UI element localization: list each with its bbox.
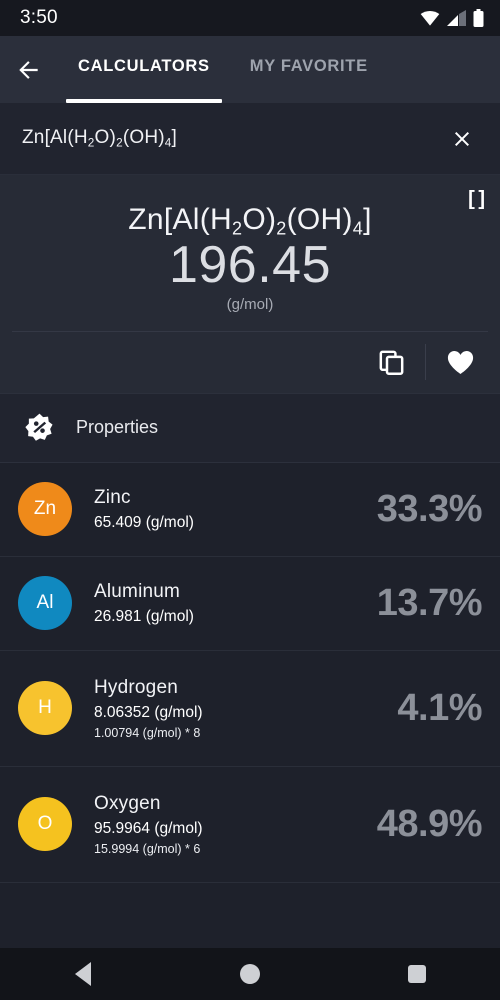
status-time: 3:50 — [20, 7, 58, 28]
brackets-icon[interactable]: [ ] — [468, 189, 485, 209]
back-button[interactable] — [0, 41, 58, 99]
tab-my-favorite[interactable]: MY FAVORITE — [230, 36, 388, 103]
element-mass-detail: 1.00794 (g/mol) * 8 — [94, 725, 201, 740]
element-row[interactable]: H Hydrogen 8.06352 (g/mol) 1.00794 (g/mol) … — [0, 651, 500, 767]
arrow-back-icon — [19, 61, 38, 79]
element-percent: 4.1% — [397, 686, 482, 729]
formula-input-bar[interactable]: Zn[Al(H2O)2(OH)4] — [0, 103, 500, 175]
element-info: Aluminum 26.981 (g/mol) — [94, 581, 377, 626]
nav-home-circle-icon — [239, 964, 260, 984]
nav-home-button[interactable] — [210, 948, 290, 1000]
element-row[interactable]: Zn Zinc 65.409 (g/mol) 33.3% — [0, 463, 500, 557]
nav-back-button[interactable] — [43, 948, 123, 1000]
copy-icon — [379, 350, 403, 375]
element-mass-detail: 15.9994 (g/mol) * 6 — [94, 841, 201, 856]
properties-title: Properties — [76, 417, 159, 438]
favorite-button[interactable] — [432, 339, 488, 385]
cell-signal-icon — [447, 10, 466, 26]
tab-calculators[interactable]: CALCULATORS — [58, 36, 230, 103]
properties-header: Properties — [0, 392, 500, 463]
result-card: [ ] Zn[Al(H2O)2(OH)4] 196.45 (g/mol) — [0, 175, 500, 393]
status-bar: 3:50 — [0, 0, 500, 36]
result-formula: Zn[Al(H2O)2(OH)4] — [128, 203, 372, 239]
tab-bar: CALCULATORS MY FAVORITE — [58, 36, 388, 103]
percent-badge-icon-wrap — [20, 413, 58, 442]
result-actions — [12, 330, 488, 393]
element-mass: 8.06352 (g/mol) — [94, 703, 203, 721]
result-unit: (g/mol) — [226, 295, 274, 313]
element-symbol-badge: O — [18, 797, 72, 852]
element-info: Hydrogen 8.06352 (g/mol) 1.00794 (g/mol) *… — [94, 677, 397, 740]
element-name: Hydrogen — [94, 676, 178, 698]
element-info: Oxygen 95.9964 (g/mol) 15.9994 (g/mol) * 6 — [94, 793, 377, 856]
nav-back-triangle-icon — [75, 962, 92, 986]
element-symbol-badge: Zn — [18, 482, 72, 537]
heart-filled-icon — [447, 350, 473, 374]
element-symbol-badge: Al — [18, 576, 72, 631]
element-percent: 13.7% — [376, 581, 483, 624]
formula-input-value[interactable]: Zn[Al(H2O)2(OH)4] — [22, 127, 442, 149]
tab-calculators-label: CALCULATORS — [78, 57, 210, 75]
element-name: Aluminum — [94, 580, 181, 602]
clear-button[interactable] — [442, 119, 482, 159]
result-molar-mass: 196.45 — [168, 236, 332, 295]
app-bar: CALCULATORS MY FAVORITE — [0, 36, 500, 103]
status-icons — [420, 9, 484, 27]
battery-icon — [473, 9, 484, 27]
element-name: Zinc — [94, 486, 131, 508]
nav-recents-square-icon — [407, 965, 426, 983]
android-nav-bar — [0, 948, 500, 1000]
wifi-icon — [420, 10, 440, 26]
actions-divider — [425, 344, 426, 381]
element-row[interactable]: O Oxygen 95.9964 (g/mol) 15.9994 (g/mol) * … — [0, 767, 500, 883]
element-symbol-badge: H — [18, 681, 72, 736]
element-list: Zn Zinc 65.409 (g/mol) 33.3% Al Aluminum 26.98… — [0, 462, 500, 883]
close-icon — [455, 131, 469, 146]
element-percent: 48.9% — [376, 802, 483, 845]
element-row[interactable]: Al Aluminum 26.981 (g/mol) 13.7% — [0, 557, 500, 651]
tab-my-favorite-label: MY FAVORITE — [249, 57, 368, 75]
element-mass: 26.981 (g/mol) — [94, 607, 194, 625]
copy-button[interactable] — [363, 339, 419, 385]
element-percent: 33.3% — [376, 487, 483, 530]
app-screen: 3:50 CALCULATORS MY FAVORITE Zn[Al(H2O)2… — [0, 0, 500, 1000]
element-mass: 95.9964 (g/mol) — [94, 819, 203, 837]
element-name: Oxygen — [94, 792, 161, 814]
element-info: Zinc 65.409 (g/mol) — [94, 487, 377, 532]
element-mass: 65.409 (g/mol) — [94, 513, 194, 531]
percent-badge-icon — [24, 413, 53, 441]
nav-recents-button[interactable] — [377, 948, 457, 1000]
